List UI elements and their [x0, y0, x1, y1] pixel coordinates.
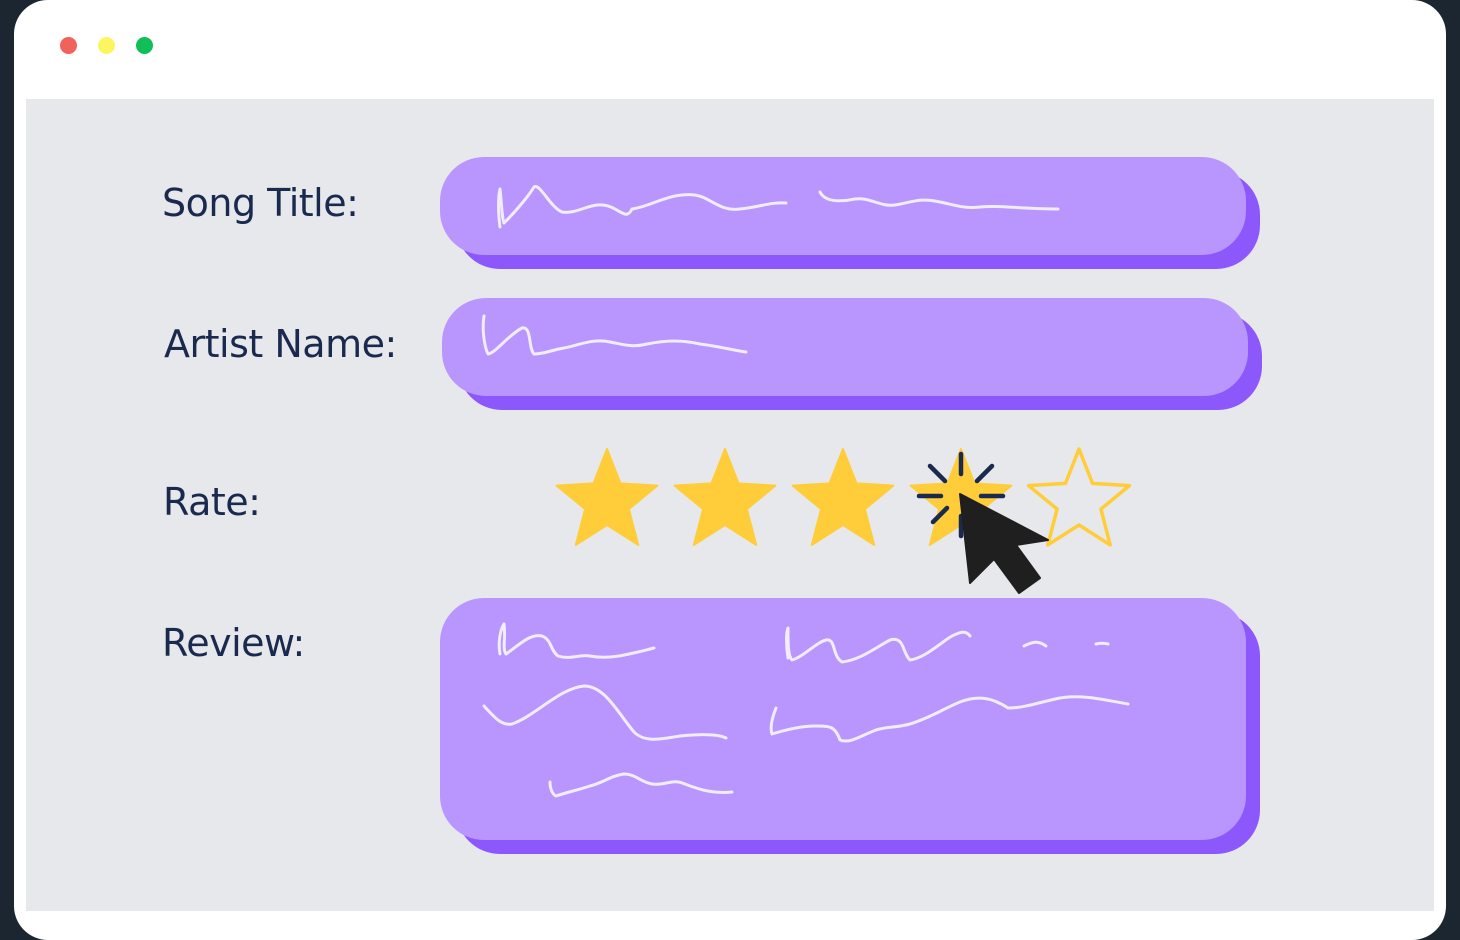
window-minimize-button[interactable]: [98, 37, 115, 54]
star-icon[interactable]: [555, 448, 659, 546]
browser-window: Song Title: Artist Name: Rate: Review:: [14, 0, 1446, 940]
star-icon[interactable]: [1026, 447, 1132, 547]
window-maximize-button[interactable]: [136, 37, 153, 54]
form-panel: Song Title: Artist Name: Rate: Review:: [26, 99, 1434, 911]
window-close-button[interactable]: [60, 37, 77, 54]
star-icon[interactable]: [673, 448, 777, 546]
review-label: Review:: [162, 621, 305, 665]
review-scribble: [482, 622, 1130, 798]
arrow-cursor-icon: [959, 493, 1049, 594]
star-icon[interactable]: [791, 448, 895, 546]
review-textarea[interactable]: [440, 598, 1260, 854]
